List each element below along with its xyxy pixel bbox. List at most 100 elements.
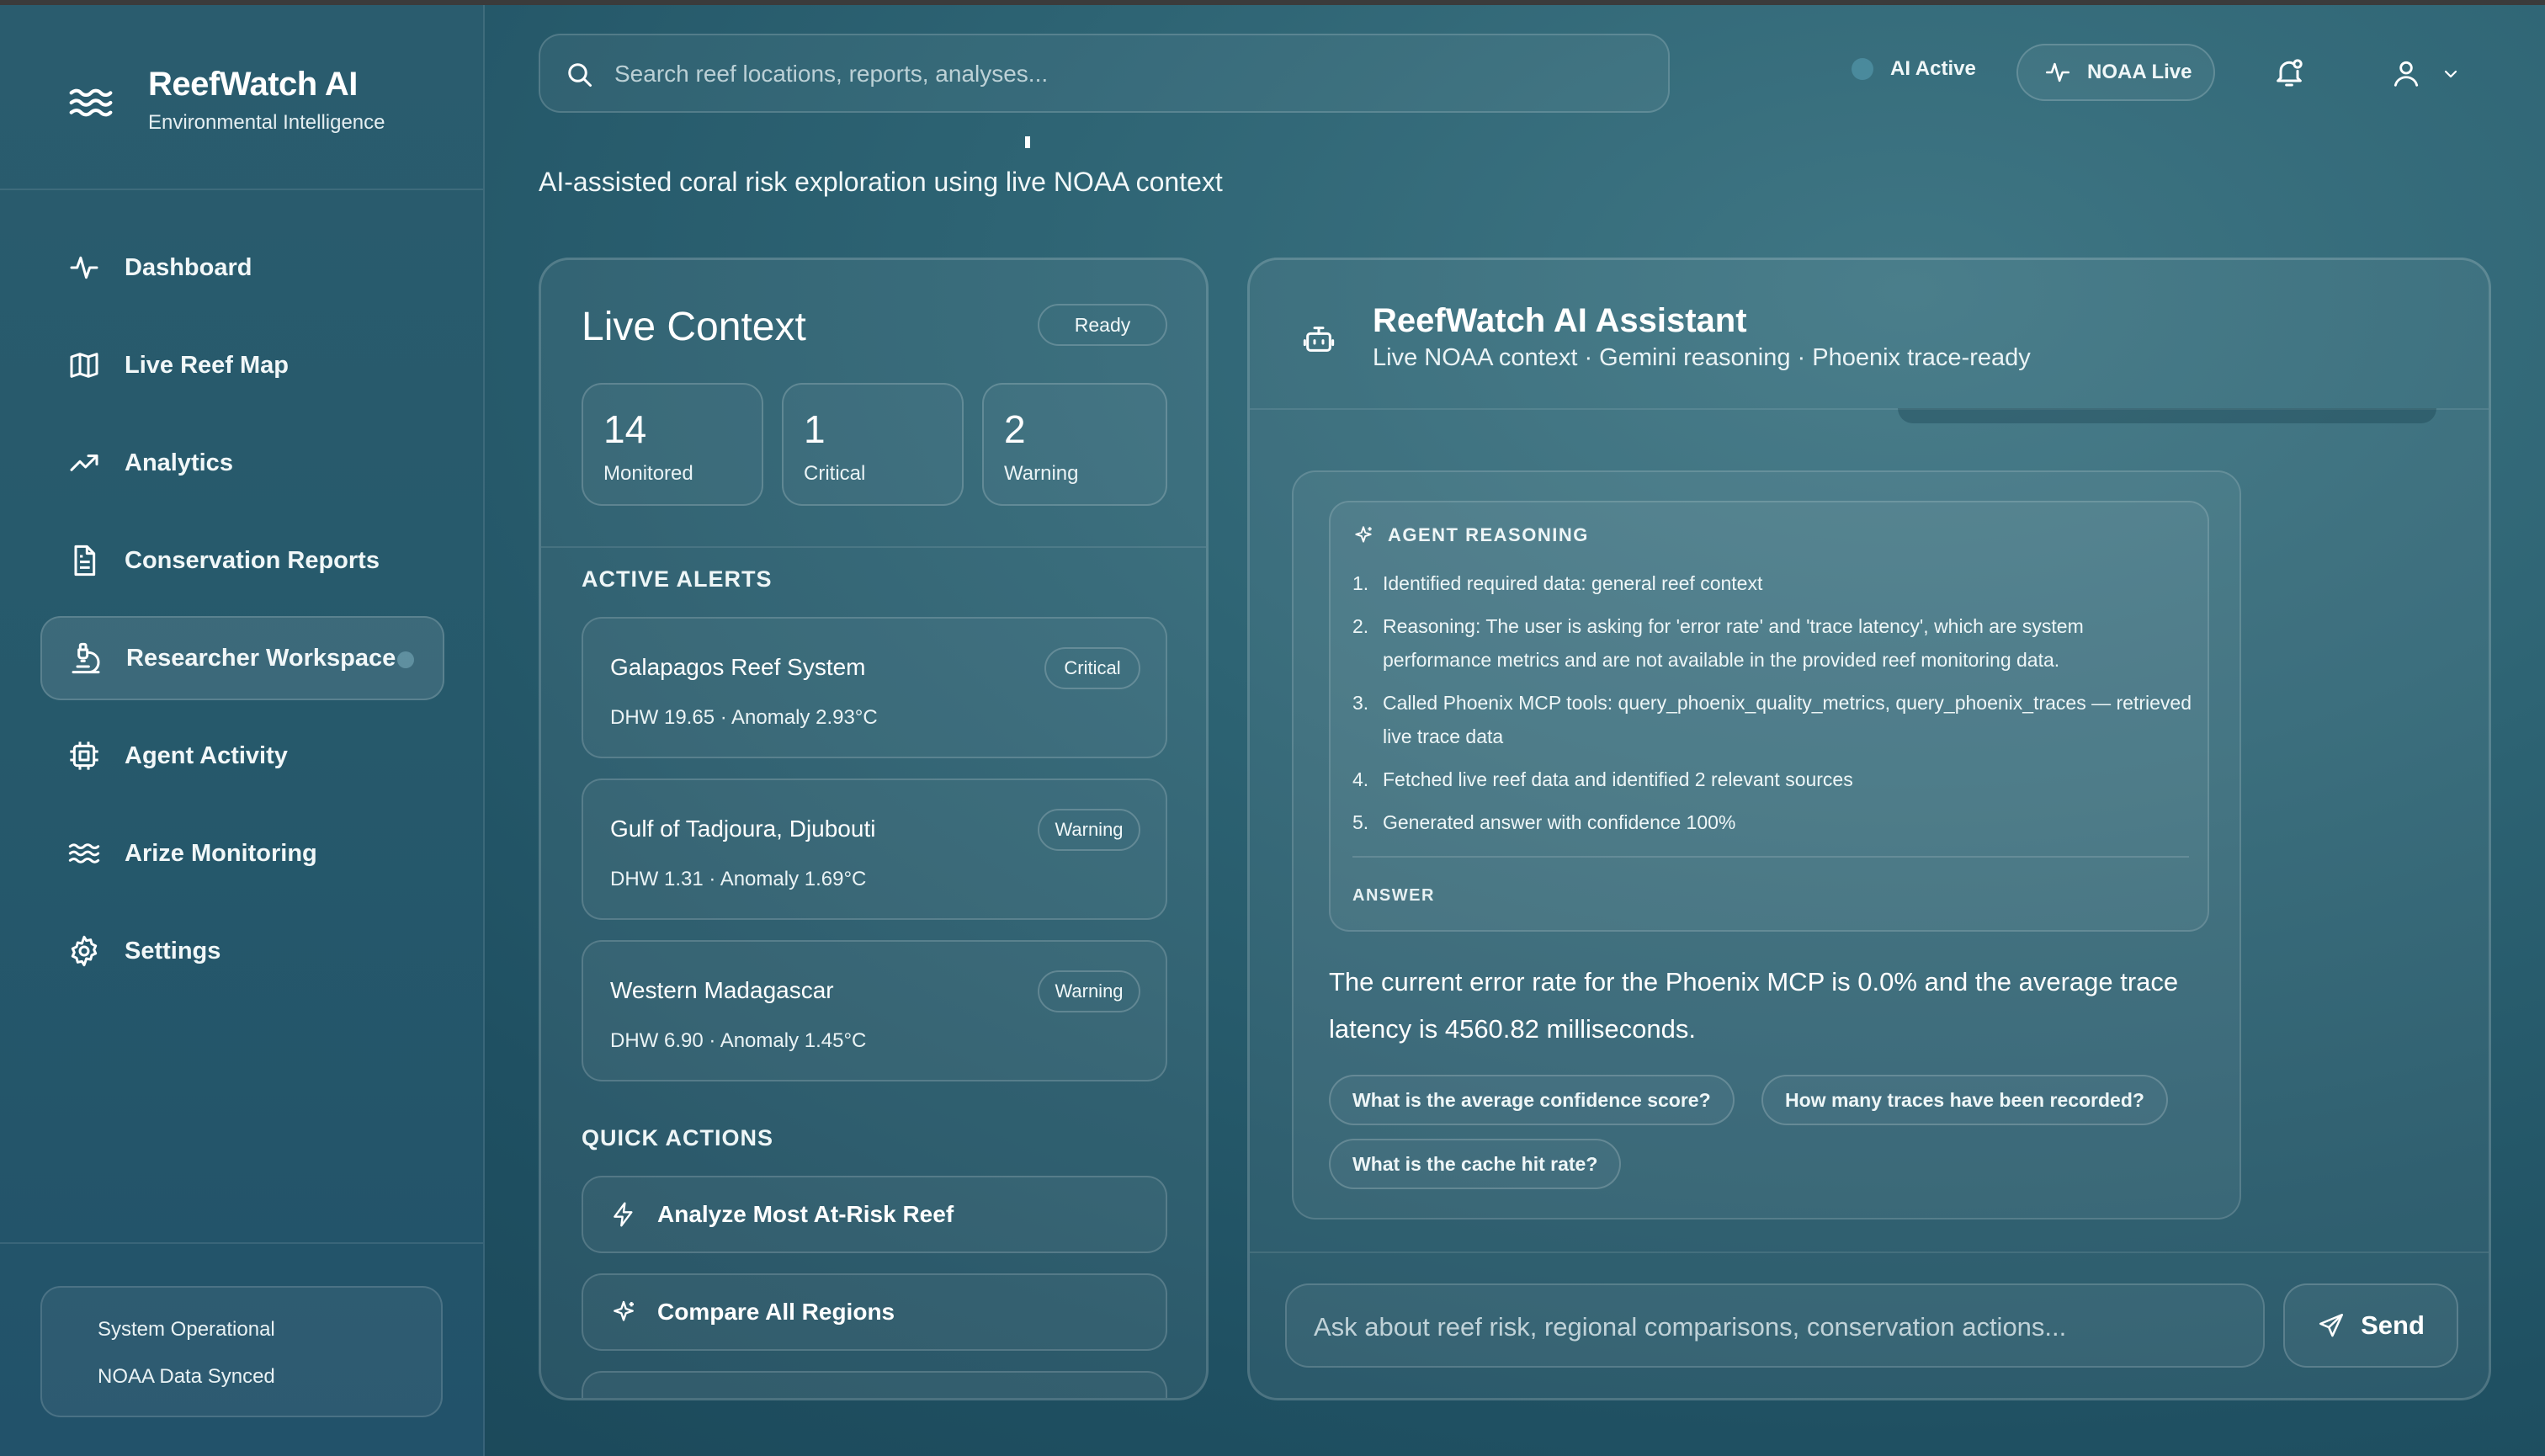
quick-action-clipped[interactable] bbox=[582, 1371, 1167, 1398]
reasoning-steps: 1. Identified required data: general reef… bbox=[1352, 566, 2194, 848]
sidebar-item-label: Arize Monitoring bbox=[125, 839, 317, 867]
active-alerts-heading: ACTIVE ALERTS bbox=[582, 566, 773, 592]
sparkle-icon bbox=[614, 1300, 634, 1321]
alert-metrics: DHW 1.31 · Anomaly 1.69°C bbox=[610, 868, 867, 890]
alert-metrics: DHW 6.90 · Anomaly 1.45°C bbox=[610, 1029, 867, 1052]
stat-warning: 2 Warning bbox=[982, 383, 1167, 506]
sidebar-item-label: Live Reef Map bbox=[125, 351, 289, 379]
reasoning-step: 2. Reasoning: The user is asking for 'err… bbox=[1352, 615, 2084, 671]
assistant-panel: ReefWatch AI Assistant Live NOAA context… bbox=[1247, 258, 2491, 1400]
quick-action-label: Analyze Most At-Risk Reef bbox=[657, 1201, 954, 1227]
suggestion-chip[interactable]: What is the average confidence score? bbox=[1329, 1075, 1735, 1125]
waves-icon bbox=[68, 843, 100, 864]
composer-divider bbox=[1250, 1251, 2489, 1253]
quick-actions-heading: QUICK ACTIONS bbox=[582, 1125, 773, 1150]
ready-badge: Ready bbox=[1038, 304, 1167, 346]
page-subtitle: AI-assisted coral risk exploration using… bbox=[539, 167, 1223, 197]
brand-title: ReefWatch AI bbox=[148, 66, 358, 103]
sidebar-item-arize-monitoring[interactable]: Arize Monitoring bbox=[40, 811, 444, 895]
stat-value: 14 bbox=[603, 407, 647, 451]
activity-icon bbox=[70, 256, 98, 279]
noaa-live-label: NOAA Live bbox=[2087, 61, 2192, 83]
answer-heading: ANSWER bbox=[1352, 886, 1435, 905]
waves-logo-icon bbox=[69, 88, 113, 117]
suggestion-chip[interactable]: How many traces have been recorded? bbox=[1761, 1075, 2168, 1125]
chat-composer[interactable] bbox=[1285, 1283, 2265, 1368]
chat-input[interactable] bbox=[1314, 1305, 2239, 1349]
section-divider bbox=[541, 546, 1206, 548]
file-icon bbox=[74, 545, 96, 577]
user-avatar-icon[interactable] bbox=[2390, 57, 2422, 89]
active-indicator-dot bbox=[397, 651, 414, 668]
sidebar-item-settings[interactable]: Settings bbox=[40, 909, 444, 993]
noaa-live-button[interactable]: NOAA Live bbox=[2016, 44, 2215, 101]
lightning-icon bbox=[614, 1202, 633, 1227]
stat-critical: 1 Critical bbox=[782, 383, 964, 506]
quick-action-label: Compare All Regions bbox=[657, 1299, 895, 1325]
reasoning-header: AGENT REASONING bbox=[1352, 524, 1589, 546]
sidebar-item-researcher-workspace[interactable]: Researcher Workspace bbox=[40, 616, 444, 700]
sidebar-item-label: Settings bbox=[125, 937, 221, 964]
assistant-message: AGENT REASONING 1. Identified required da… bbox=[1292, 470, 2241, 1220]
alert-card[interactable]: Galapagos Reef System DHW 19.65 · Anomal… bbox=[582, 617, 1167, 758]
send-icon bbox=[2319, 1313, 2344, 1337]
previous-message-edge bbox=[1898, 408, 2436, 423]
reasoning-divider bbox=[1352, 856, 2189, 858]
search-input[interactable] bbox=[614, 52, 1650, 96]
ai-status-dot bbox=[1852, 58, 1873, 80]
brand-subtitle: Environmental Intelligence bbox=[148, 111, 385, 134]
reasoning-step: 4. Fetched live reef data and identified … bbox=[1352, 768, 1853, 790]
ai-status-label: AI Active bbox=[1890, 57, 1976, 80]
suggestion-chip[interactable]: What is the cache hit rate? bbox=[1329, 1139, 1622, 1189]
alert-card[interactable]: Western Madagascar DHW 6.90 · Anomaly 1.… bbox=[582, 940, 1167, 1081]
stat-label: Warning bbox=[1004, 462, 1079, 485]
reasoning-heading: AGENT REASONING bbox=[1388, 524, 1589, 545]
sidebar-item-live-reef-map[interactable]: Live Reef Map bbox=[40, 323, 444, 407]
stat-value: 2 bbox=[1004, 407, 1026, 451]
analyze-at-risk-button[interactable]: Analyze Most At-Risk Reef bbox=[582, 1176, 1167, 1253]
system-status-card: System Operational NOAA Data Synced bbox=[40, 1286, 443, 1417]
chevron-down-icon[interactable] bbox=[2441, 64, 2461, 84]
cpu-icon bbox=[70, 741, 98, 770]
activity-icon bbox=[2045, 62, 2070, 82]
severity-badge: Warning bbox=[1038, 970, 1140, 1012]
answer-text: The current error rate for the Phoenix M… bbox=[1329, 967, 2179, 1044]
compare-regions-button[interactable]: Compare All Regions bbox=[582, 1273, 1167, 1351]
sidebar-item-label: Agent Activity bbox=[125, 741, 288, 769]
alert-reef-name: Gulf of Tadjoura, Djubouti bbox=[610, 816, 876, 842]
robot-icon bbox=[1303, 327, 1335, 352]
sidebar-footer-divider bbox=[0, 1242, 483, 1244]
microscope-icon bbox=[72, 642, 100, 674]
search-icon bbox=[568, 63, 592, 87]
ai-status-indicator: AI Active bbox=[1852, 57, 1976, 81]
alert-reef-name: Galapagos Reef System bbox=[610, 654, 866, 680]
sidebar-item-label: Analytics bbox=[125, 449, 233, 476]
sidebar: ReefWatch AI Environmental Intelligence … bbox=[0, 5, 485, 1456]
sidebar-item-label: Researcher Workspace bbox=[126, 644, 396, 672]
agent-reasoning-card: AGENT REASONING 1. Identified required da… bbox=[1329, 501, 2209, 932]
sidebar-nav: Dashboard Live Reef Map Analytics Conser… bbox=[40, 226, 444, 1007]
send-button[interactable]: Send bbox=[2283, 1283, 2458, 1368]
global-search[interactable] bbox=[539, 34, 1670, 113]
sidebar-item-analytics[interactable]: Analytics bbox=[40, 421, 444, 505]
sidebar-item-label: Conservation Reports bbox=[125, 546, 380, 574]
assistant-subtitle: Live NOAA context · Gemini reasoning · P… bbox=[1373, 344, 2031, 371]
live-context-panel: Live Context Ready 14 Monitored 1 Critic… bbox=[539, 258, 1209, 1400]
alert-card[interactable]: Gulf of Tadjoura, Djubouti DHW 1.31 · An… bbox=[582, 778, 1167, 920]
assistant-title: ReefWatch AI Assistant bbox=[1373, 302, 1747, 339]
sidebar-item-dashboard[interactable]: Dashboard bbox=[40, 226, 444, 310]
system-status-text: System Operational bbox=[98, 1318, 275, 1341]
stat-monitored: 14 Monitored bbox=[582, 383, 763, 506]
notification-bell-icon[interactable] bbox=[2272, 56, 2306, 89]
sync-status-text: NOAA Data Synced bbox=[98, 1365, 275, 1388]
reasoning-step: 5. Generated answer with confidence 100% bbox=[1352, 811, 1736, 833]
live-context-title: Live Context bbox=[582, 305, 806, 349]
severity-badge: Warning bbox=[1038, 809, 1140, 851]
sidebar-item-conservation-reports[interactable]: Conservation Reports bbox=[40, 518, 444, 603]
sidebar-item-agent-activity[interactable]: Agent Activity bbox=[40, 714, 444, 798]
stat-label: Monitored bbox=[603, 462, 693, 485]
map-icon bbox=[70, 353, 98, 378]
stat-value: 1 bbox=[804, 407, 826, 451]
alert-metrics: DHW 19.65 · Anomaly 2.93°C bbox=[610, 706, 878, 729]
sparkle-icon bbox=[1355, 526, 1372, 543]
